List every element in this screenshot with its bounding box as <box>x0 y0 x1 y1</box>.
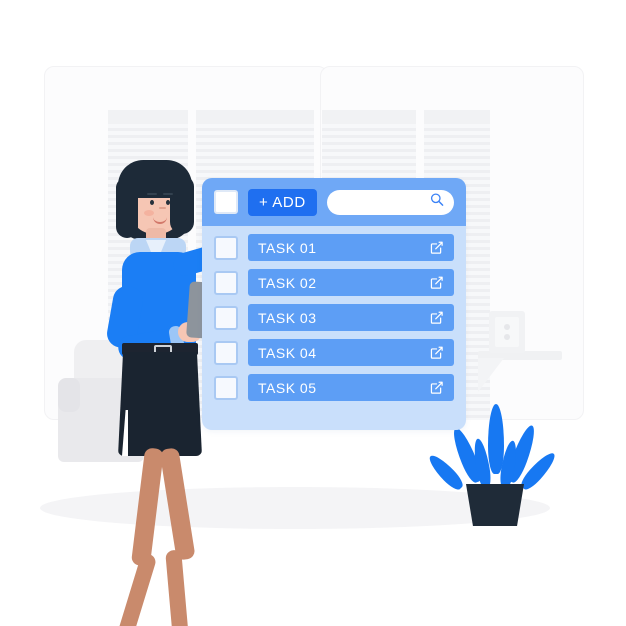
task-checkbox[interactable] <box>214 270 238 295</box>
task-row-body[interactable]: TASK 01 <box>248 234 454 261</box>
task-list-card: + ADD TASK 01 TASK 02 TASK 03 TASK 04 TA… <box>202 178 466 430</box>
task-rows: TASK 01 TASK 02 TASK 03 TASK 04 TASK 05 <box>202 226 466 411</box>
task-checkbox[interactable] <box>214 235 238 260</box>
table-row[interactable]: TASK 03 <box>214 304 454 331</box>
table-row[interactable]: TASK 04 <box>214 339 454 366</box>
select-all-checkbox[interactable] <box>214 190 238 214</box>
add-task-button[interactable]: + ADD <box>248 188 317 216</box>
search-input[interactable] <box>326 189 454 215</box>
eyebrow-left <box>147 193 157 195</box>
task-label: TASK 04 <box>258 344 317 361</box>
edit-icon[interactable] <box>429 310 444 325</box>
picture-frame <box>489 311 525 353</box>
blind-top-rail <box>196 110 314 124</box>
hair-side-right <box>170 176 194 234</box>
edit-icon[interactable] <box>429 275 444 290</box>
shin-right <box>165 549 191 626</box>
blind-top-rail <box>322 110 416 124</box>
task-label: TASK 02 <box>258 274 317 291</box>
frame-dot <box>504 324 510 330</box>
eye-right <box>166 200 170 205</box>
table-row[interactable]: TASK 02 <box>214 269 454 296</box>
blind-top-rail <box>424 110 490 124</box>
chair-armrest <box>58 378 80 412</box>
search-icon <box>430 193 444 212</box>
task-label: TASK 05 <box>258 379 317 396</box>
task-checkbox[interactable] <box>214 340 238 365</box>
table-row[interactable]: TASK 01 <box>214 234 454 261</box>
plant-pot <box>466 484 524 526</box>
edit-icon[interactable] <box>429 240 444 255</box>
skirt <box>118 352 202 456</box>
task-label: TASK 03 <box>258 309 317 326</box>
task-row-body[interactable]: TASK 03 <box>248 304 454 331</box>
illustration-scene: + ADD TASK 01 TASK 02 TASK 03 TASK 04 TA… <box>0 0 626 626</box>
blind-top-rail <box>108 110 188 124</box>
task-card-header: + ADD <box>202 178 466 226</box>
frame-dot <box>504 334 510 340</box>
task-row-body[interactable]: TASK 02 <box>248 269 454 296</box>
picture-frame-inner <box>495 317 519 347</box>
hair-side-left <box>116 178 138 238</box>
eye-left <box>150 200 154 205</box>
task-checkbox[interactable] <box>214 305 238 330</box>
edit-icon[interactable] <box>429 345 444 360</box>
task-label: TASK 01 <box>258 239 317 256</box>
eyebrow-right <box>163 193 173 195</box>
task-row-body[interactable]: TASK 05 <box>248 374 454 401</box>
table-row[interactable]: TASK 05 <box>214 374 454 401</box>
edit-icon[interactable] <box>429 380 444 395</box>
thigh-left <box>130 447 165 567</box>
task-checkbox[interactable] <box>214 375 238 400</box>
task-row-body[interactable]: TASK 04 <box>248 339 454 366</box>
thigh-right <box>159 447 196 561</box>
nose <box>159 207 166 209</box>
